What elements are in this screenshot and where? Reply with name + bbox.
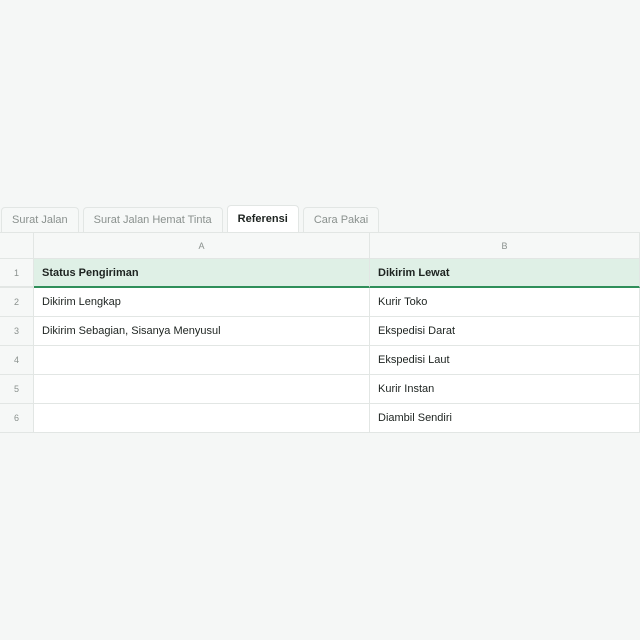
- column-header-b[interactable]: B: [370, 233, 640, 259]
- tab-cara-pakai[interactable]: Cara Pakai: [302, 207, 380, 232]
- row-number[interactable]: 4: [0, 346, 34, 375]
- cell-grid: A B 1 Status Pengiriman Dikirim Lewat 2 …: [0, 232, 640, 433]
- table-row: 2 Dikirim Lengkap Kurir Toko: [0, 288, 640, 317]
- row-number[interactable]: 2: [0, 288, 34, 317]
- tab-referensi[interactable]: Referensi: [226, 205, 299, 232]
- spreadsheet: Surat Jalan Surat Jalan Hemat Tinta Refe…: [0, 205, 640, 433]
- cell-a2[interactable]: Dikirim Lengkap: [34, 288, 370, 317]
- header-cell-status-pengiriman[interactable]: Status Pengiriman: [34, 259, 370, 288]
- cell-b2[interactable]: Kurir Toko: [370, 288, 640, 317]
- cell-b6[interactable]: Diambil Sendiri: [370, 404, 640, 433]
- tab-surat-jalan[interactable]: Surat Jalan: [1, 207, 79, 232]
- cell-b5[interactable]: Kurir Instan: [370, 375, 640, 404]
- cell-b3[interactable]: Ekspedisi Darat: [370, 317, 640, 346]
- column-header-row: A B: [0, 233, 640, 259]
- cell-b4[interactable]: Ekspedisi Laut: [370, 346, 640, 375]
- header-cell-dikirim-lewat[interactable]: Dikirim Lewat: [370, 259, 640, 288]
- cell-a5[interactable]: [34, 375, 370, 404]
- row-number[interactable]: 6: [0, 404, 34, 433]
- cell-a6[interactable]: [34, 404, 370, 433]
- row-number[interactable]: 1: [0, 259, 34, 288]
- table-row: 5 Kurir Instan: [0, 375, 640, 404]
- tab-surat-jalan-hemat-tinta[interactable]: Surat Jalan Hemat Tinta: [82, 207, 223, 232]
- table-row: 3 Dikirim Sebagian, Sisanya Menyusul Eks…: [0, 317, 640, 346]
- cell-a3[interactable]: Dikirim Sebagian, Sisanya Menyusul: [34, 317, 370, 346]
- column-header-a[interactable]: A: [34, 233, 370, 259]
- row-number[interactable]: 3: [0, 317, 34, 346]
- cell-a4[interactable]: [34, 346, 370, 375]
- table-row: 1 Status Pengiriman Dikirim Lewat: [0, 259, 640, 288]
- table-row: 4 Ekspedisi Laut: [0, 346, 640, 375]
- row-number[interactable]: 5: [0, 375, 34, 404]
- table-row: 6 Diambil Sendiri: [0, 404, 640, 433]
- sheet-tabs: Surat Jalan Surat Jalan Hemat Tinta Refe…: [0, 205, 640, 232]
- select-all-corner[interactable]: [0, 233, 34, 259]
